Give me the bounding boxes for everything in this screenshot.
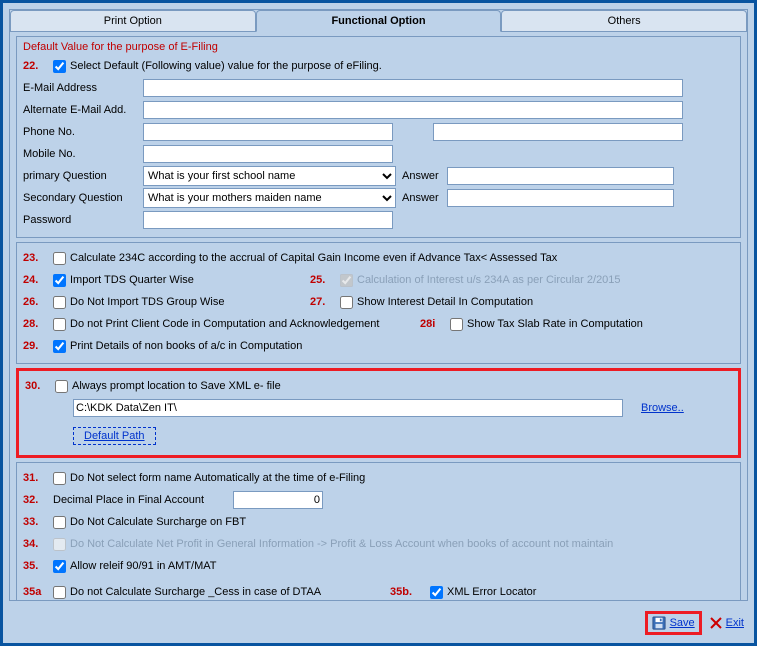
opt-26-number: 26. <box>23 296 53 308</box>
option-30-highlight-box: 30. Always prompt location to Save XML e… <box>16 368 741 458</box>
opt-25-checkbox <box>340 274 353 287</box>
options-31-35-group: 31. Do Not select form name Automaticall… <box>16 462 741 600</box>
opt-33-number: 33. <box>23 516 53 528</box>
opt-35b-label: XML Error Locator <box>447 586 536 598</box>
opt-34-number: 34. <box>23 538 53 550</box>
opt-30-label: Always prompt location to Save XML e- fi… <box>72 380 281 392</box>
save-button[interactable]: Save <box>670 617 695 629</box>
tab-bar: Print Option Functional Option Others <box>10 10 747 32</box>
primary-answer-label: Answer <box>402 170 439 182</box>
opt-28-checkbox[interactable] <box>53 318 66 331</box>
opt-32-label: Decimal Place in Final Account <box>53 494 233 506</box>
password-input[interactable] <box>143 211 393 229</box>
primary-answer-input[interactable] <box>447 167 674 185</box>
group-title: Default Value for the purpose of E-Filin… <box>23 41 734 53</box>
opt-35-checkbox[interactable] <box>53 560 66 573</box>
opt-25-label: Calculation of Interest u/s 234A as per … <box>357 274 621 286</box>
opt-27-number: 27. <box>310 296 340 308</box>
opt-35a-number: 35a <box>23 586 53 598</box>
tab-print-option[interactable]: Print Option <box>10 10 256 32</box>
alt-email-input[interactable] <box>143 101 683 119</box>
opt-35-number: 35. <box>23 560 53 572</box>
default-path-button[interactable]: Default Path <box>73 427 156 445</box>
save-highlight-box: Save <box>645 611 702 635</box>
opt-30-number: 30. <box>25 380 55 392</box>
password-label: Password <box>23 214 143 226</box>
opt-28-number: 28. <box>23 318 53 330</box>
opt-35a-label: Do not Calculate Surcharge _Cess in case… <box>70 586 390 598</box>
opt-35a-checkbox[interactable] <box>53 586 66 599</box>
opt-27-label: Show Interest Detail In Computation <box>357 296 533 308</box>
opt-31-label: Do Not select form name Automatically at… <box>70 472 365 484</box>
alt-email-label: Alternate E-Mail Add. <box>23 104 143 116</box>
secondary-question-select[interactable]: What is your mothers maiden name <box>143 188 396 208</box>
opt-29-label: Print Details of non books of a/c in Com… <box>70 340 302 352</box>
opt-27-checkbox[interactable] <box>340 296 353 309</box>
email-label: E-Mail Address <box>23 82 143 94</box>
opt-28i-checkbox[interactable] <box>450 318 463 331</box>
efiling-default-group: Default Value for the purpose of E-Filin… <box>16 36 741 238</box>
mobile-input[interactable] <box>143 145 393 163</box>
decimal-place-input[interactable] <box>233 491 323 509</box>
primary-question-select[interactable]: What is your first school name <box>143 166 396 186</box>
window-frame: Print Option Functional Option Others De… <box>0 0 757 646</box>
opt-23-label: Calculate 234C according to the accrual … <box>70 252 557 264</box>
opt-33-label: Do Not Calculate Surcharge on FBT <box>70 516 246 528</box>
save-icon <box>652 616 666 630</box>
inner-panel: Print Option Functional Option Others De… <box>9 9 748 601</box>
opt-22-checkbox[interactable] <box>53 60 66 73</box>
opt-33-checkbox[interactable] <box>53 516 66 529</box>
phone-label: Phone No. <box>23 126 143 138</box>
xml-path-input[interactable] <box>73 399 623 417</box>
opt-30-checkbox[interactable] <box>55 380 68 393</box>
opt-22-label: Select Default (Following value) value f… <box>70 60 382 72</box>
close-icon <box>710 617 722 629</box>
secondary-answer-label: Answer <box>402 192 439 204</box>
mobile-label: Mobile No. <box>23 148 143 160</box>
secondary-answer-input[interactable] <box>447 189 674 207</box>
opt-24-label: Import TDS Quarter Wise <box>70 274 310 286</box>
opt-23-number: 23. <box>23 252 53 264</box>
options-23-29-group: 23. Calculate 234C according to the accr… <box>16 242 741 364</box>
email-input[interactable] <box>143 79 683 97</box>
opt-32-number: 32. <box>23 494 53 506</box>
phone-input[interactable] <box>143 123 393 141</box>
opt-29-number: 29. <box>23 340 53 352</box>
opt-22-number: 22. <box>23 60 53 72</box>
primary-question-label: primary Question <box>23 170 143 182</box>
opt-24-checkbox[interactable] <box>53 274 66 287</box>
opt-28i-number: 28i <box>420 318 450 330</box>
opt-34-label: Do Not Calculate Net Profit in General I… <box>70 538 613 550</box>
opt-35b-checkbox[interactable] <box>430 586 443 599</box>
opt-31-number: 31. <box>23 472 53 484</box>
opt-26-checkbox[interactable] <box>53 296 66 309</box>
opt-24-number: 24. <box>23 274 53 286</box>
opt-28-label: Do not Print Client Code in Computation … <box>70 318 420 330</box>
opt-34-checkbox <box>53 538 66 551</box>
phone-input-2[interactable] <box>433 123 683 141</box>
tab-body: Default Value for the purpose of E-Filin… <box>10 32 747 600</box>
opt-23-checkbox[interactable] <box>53 252 66 265</box>
tab-others[interactable]: Others <box>501 10 747 32</box>
opt-35-label: Allow releif 90/91 in AMT/MAT <box>70 560 217 572</box>
opt-28i-label: Show Tax Slab Rate in Computation <box>467 318 643 330</box>
opt-26-label: Do Not Import TDS Group Wise <box>70 296 310 308</box>
opt-29-checkbox[interactable] <box>53 340 66 353</box>
footer-buttons: Save Exit <box>645 611 744 635</box>
opt-31-checkbox[interactable] <box>53 472 66 485</box>
exit-button[interactable]: Exit <box>726 617 744 629</box>
browse-link[interactable]: Browse.. <box>641 402 684 414</box>
secondary-question-label: Secondary Question <box>23 192 143 204</box>
tab-functional-option[interactable]: Functional Option <box>256 10 502 32</box>
opt-35b-number: 35b. <box>390 586 430 598</box>
opt-25-number: 25. <box>310 274 340 286</box>
